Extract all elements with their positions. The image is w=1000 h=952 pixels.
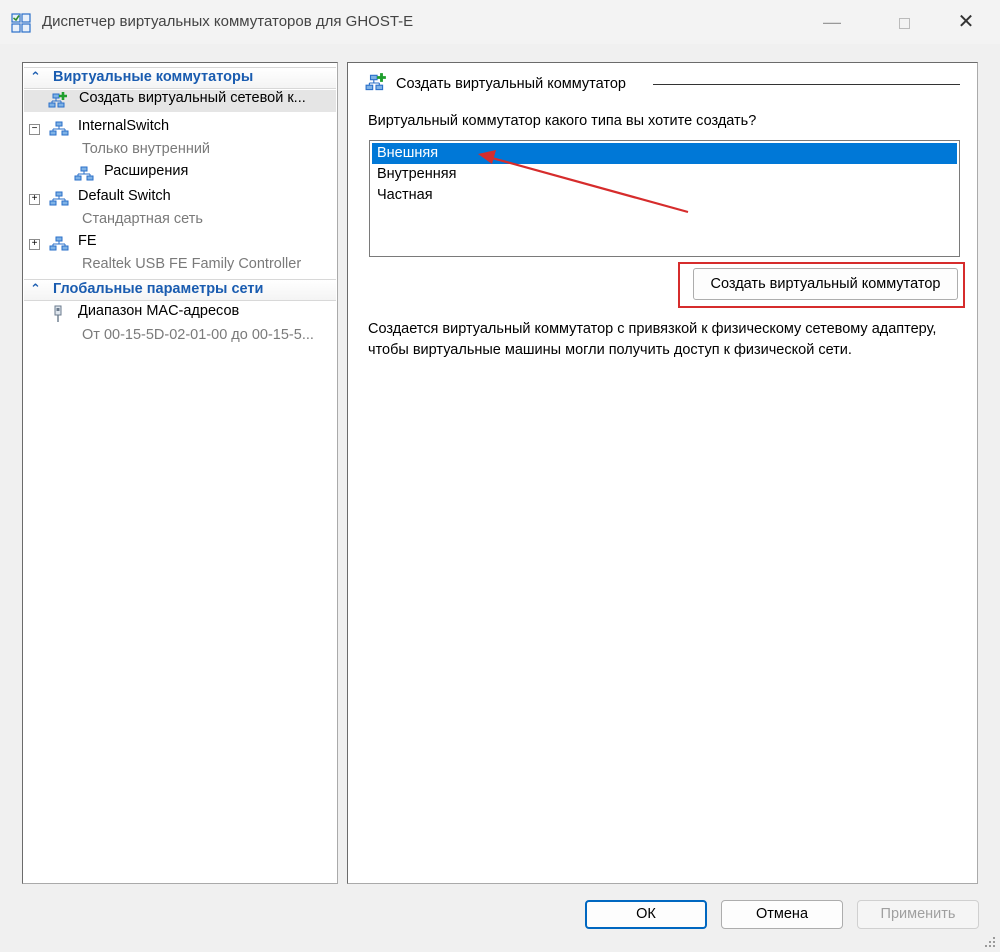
switch-type-list[interactable]: Внешняя Внутренняя Частная	[369, 140, 960, 257]
network-switch-icon	[49, 236, 69, 251]
create-virtual-switch-button[interactable]: Создать виртуальный коммутатор	[693, 268, 958, 300]
maximize-icon	[898, 17, 910, 29]
tree-item-subtitle: От 00-15-5D-02-01-00 до 00-15-5...	[82, 327, 314, 343]
apply-button[interactable]: Применить	[857, 900, 979, 929]
tree-item-label: Default Switch	[78, 188, 171, 204]
cancel-button[interactable]: Отмена	[721, 900, 843, 929]
network-switch-icon	[74, 166, 94, 181]
ok-button[interactable]: ОК	[585, 900, 707, 929]
tree-item-mac-range[interactable]: Диапазон MAC-адресов	[47, 303, 335, 325]
navigation-tree: ⌃ Виртуальные коммутаторы Создать виртуа…	[22, 62, 338, 884]
expand-toggle[interactable]: +	[29, 194, 40, 205]
minimize-button[interactable]: —	[812, 8, 852, 36]
tree-item-label: InternalSwitch	[78, 118, 170, 134]
title-bar: Диспетчер виртуальных коммутаторов для G…	[0, 0, 1000, 44]
switch-type-question: Виртуальный коммутатор какого типа вы хо…	[368, 113, 757, 129]
tree-item-subtitle: Только внутренний	[82, 141, 211, 157]
tree-item-extensions[interactable]: Расширения	[71, 163, 321, 185]
section-global-network-settings[interactable]: ⌃ Глобальные параметры сети	[24, 279, 336, 301]
tree-item-label: FE	[78, 233, 97, 249]
network-adapter-icon	[54, 305, 62, 322]
section-virtual-switches[interactable]: ⌃ Виртуальные коммутаторы	[24, 67, 336, 89]
switch-type-description: Создается виртуальный коммутатор с привя…	[368, 321, 937, 358]
window-title: Диспетчер виртуальных коммутаторов для G…	[42, 13, 414, 30]
add-network-icon	[48, 92, 67, 108]
collapse-toggle[interactable]: −	[29, 124, 40, 135]
collapse-chevron-icon[interactable]: ⌃	[30, 69, 41, 85]
tree-item-fe[interactable]: FE	[47, 233, 327, 255]
tree-item-subtitle: Стандартная сеть	[82, 211, 203, 227]
collapse-chevron-icon[interactable]: ⌃	[30, 281, 41, 297]
network-switch-icon	[49, 191, 69, 206]
tree-item-label: Диапазон MAC-адресов	[78, 303, 240, 319]
tree-item-default-switch[interactable]: Default Switch	[47, 188, 327, 210]
network-switch-icon	[49, 121, 69, 136]
tree-item-subtitle: Realtek USB FE Family Controller	[82, 256, 302, 272]
close-button[interactable]: ✕	[946, 8, 986, 36]
tree-item-create-switch[interactable]: Создать виртуальный сетевой к...	[24, 90, 336, 112]
virtual-switch-manager-icon	[11, 13, 31, 33]
resize-grip-icon[interactable]	[982, 934, 996, 948]
details-panel: Создать виртуальный коммутатор Виртуальн…	[347, 62, 978, 884]
tree-item-label: Создать виртуальный сетевой к...	[79, 90, 306, 106]
group-divider	[653, 84, 960, 85]
tree-item-internalswitch[interactable]: InternalSwitch	[47, 118, 327, 140]
maximize-button[interactable]	[884, 8, 924, 36]
option-external[interactable]: Внешняя	[372, 143, 957, 164]
expand-toggle[interactable]: +	[29, 239, 40, 250]
option-internal[interactable]: Внутренняя	[372, 164, 957, 185]
group-title: Создать виртуальный коммутатор	[396, 76, 626, 92]
tree-item-label: Расширения	[104, 163, 189, 179]
option-private[interactable]: Частная	[372, 185, 957, 206]
add-network-icon	[365, 73, 386, 91]
